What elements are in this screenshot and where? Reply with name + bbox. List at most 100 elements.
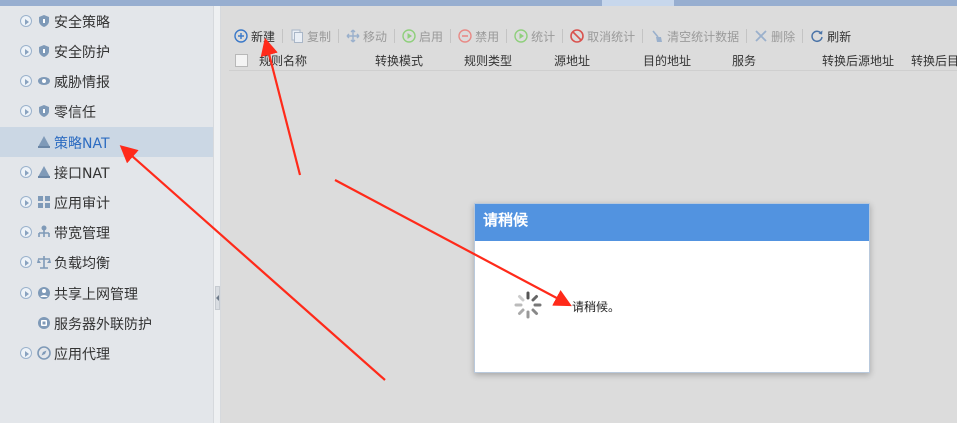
nat-icon (38, 136, 50, 148)
grid-header: 规则名称 转换模式 规则类型 源地址 目的地址 服务 转换后源地址 转换后目 (229, 50, 957, 71)
loading-dialog: 请稍候 请稍候。 (474, 203, 870, 373)
column-header-translated-source[interactable]: 转换后源地址 (822, 52, 911, 69)
shield-icon (39, 15, 49, 27)
sidebar-item-label: 服务器外联防护 (54, 317, 152, 333)
sidebar-item-label: 应用代理 (54, 347, 110, 363)
expand-icon[interactable] (20, 287, 32, 299)
stats-button-label: 统计 (531, 29, 556, 44)
new-button-label: 新建 (251, 29, 276, 44)
expand-icon[interactable] (20, 196, 32, 208)
expand-icon[interactable] (20, 226, 32, 238)
copy-button-label: 复制 (307, 29, 332, 44)
expand-icon[interactable] (20, 75, 32, 87)
sidebar-item-interface-nat[interactable]: 接口NAT (0, 157, 213, 187)
refresh-button[interactable]: 刷新 (805, 25, 856, 47)
grid-icon (38, 196, 50, 208)
sidebar: 安全策略 安全防护 威胁情报 零信任 策略NAT 接口NAT 应用审计 带宽管理… (0, 6, 213, 423)
toolbar-separator (338, 29, 340, 43)
expand-icon[interactable] (20, 166, 32, 178)
balance-icon (37, 256, 51, 269)
sidebar-item-security-policy[interactable]: 安全策略 (0, 6, 213, 36)
toolbar-separator (282, 29, 284, 43)
sidebar-item-label: 应用审计 (54, 196, 110, 212)
toolbar-separator (802, 29, 804, 43)
cancel-stats-button[interactable]: 取消统计 (565, 25, 640, 47)
move-button-label: 移动 (363, 29, 388, 44)
sidebar-item-label: 安全策略 (54, 15, 110, 31)
sidebar-item-label: 安全防护 (54, 45, 110, 61)
new-button[interactable]: 新建 (229, 25, 280, 47)
play-circle-icon (514, 29, 528, 43)
collapse-sidebar-handle[interactable] (215, 286, 220, 310)
share-icon (38, 287, 50, 299)
disable-button[interactable]: 禁用 (453, 25, 504, 47)
enable-button-label: 启用 (419, 29, 444, 44)
sidebar-item-threat-intel[interactable]: 威胁情报 (0, 66, 213, 96)
cancel-stats-button-label: 取消统计 (587, 29, 636, 44)
sidebar-item-security-protection[interactable]: 安全防护 (0, 36, 213, 66)
sidebar-item-label: 负载均衡 (54, 256, 110, 272)
column-header-translated-dest[interactable]: 转换后目 (911, 52, 957, 69)
sidebar-item-label: 策略NAT (54, 136, 110, 152)
toolbar: 新建 复制 移动 启用 禁用 统计 取消统计 清空统计数据 删除 刷新 (221, 24, 957, 48)
sidebar-item-app-audit[interactable]: 应用审计 (0, 187, 213, 217)
minus-circle-icon (458, 29, 472, 43)
compass-icon (37, 346, 51, 360)
expand-icon[interactable] (20, 105, 32, 117)
clear-stats-button[interactable]: 清空统计数据 (645, 25, 744, 47)
select-all-checkbox[interactable] (235, 53, 248, 67)
expand-icon[interactable] (20, 347, 32, 359)
copy-icon (291, 29, 304, 43)
sidebar-item-bandwidth[interactable]: 带宽管理 (0, 217, 213, 247)
sidebar-item-label: 带宽管理 (54, 226, 110, 242)
close-icon (755, 30, 767, 42)
ban-icon (570, 29, 584, 43)
sidebar-item-shared-access[interactable]: 共享上网管理 (0, 278, 213, 308)
sidebar-item-label: 接口NAT (54, 166, 110, 182)
sidebar-item-server-outbound[interactable]: 服务器外联防护 (0, 308, 213, 338)
copy-button[interactable]: 复制 (285, 25, 336, 47)
expand-icon[interactable] (20, 45, 32, 57)
shield-icon (39, 45, 49, 57)
refresh-button-label: 刷新 (827, 29, 852, 44)
clear-stats-button-label: 清空统计数据 (667, 29, 740, 44)
server-icon (38, 317, 50, 329)
sidebar-item-label: 零信任 (54, 105, 96, 121)
disable-button-label: 禁用 (475, 29, 500, 44)
toolbar-separator (642, 29, 644, 43)
play-circle-icon (402, 29, 416, 43)
toolbar-separator (746, 29, 748, 43)
column-header-service[interactable]: 服务 (732, 52, 822, 69)
dialog-title: 请稍候 (475, 204, 869, 241)
column-header-source[interactable]: 源地址 (554, 52, 643, 69)
toolbar-separator (450, 29, 452, 43)
move-icon (346, 29, 360, 43)
delete-button[interactable]: 删除 (749, 25, 800, 47)
toolbar-separator (394, 29, 396, 43)
expand-icon[interactable] (20, 15, 32, 27)
delete-button-label: 删除 (771, 29, 796, 44)
eye-icon (38, 77, 50, 85)
loading-spinner-icon (514, 291, 542, 319)
column-header-destination[interactable]: 目的地址 (643, 52, 732, 69)
sidebar-item-policy-nat[interactable]: 策略NAT (0, 127, 213, 157)
column-header-mode[interactable]: 转换模式 (375, 52, 464, 69)
sidebar-item-app-proxy[interactable]: 应用代理 (0, 338, 213, 368)
hierarchy-icon (38, 225, 50, 237)
shield-icon (39, 105, 49, 117)
stats-button[interactable]: 统计 (509, 25, 560, 47)
column-header-rule-type[interactable]: 规则类型 (464, 52, 554, 69)
sidebar-splitter[interactable] (213, 6, 221, 423)
enable-button[interactable]: 启用 (397, 25, 448, 47)
plus-circle-icon (234, 29, 248, 43)
sidebar-item-label: 共享上网管理 (54, 287, 138, 303)
sidebar-item-load-balance[interactable]: 负载均衡 (0, 247, 213, 277)
sidebar-item-label: 威胁情报 (54, 75, 110, 91)
broom-icon (652, 30, 663, 42)
column-header-rule-name[interactable]: 规则名称 (259, 52, 375, 69)
dialog-message: 请稍候。 (572, 300, 621, 314)
move-button[interactable]: 移动 (341, 25, 392, 47)
toolbar-separator (506, 29, 508, 43)
sidebar-item-zero-trust[interactable]: 零信任 (0, 96, 213, 126)
expand-icon[interactable] (20, 256, 32, 268)
